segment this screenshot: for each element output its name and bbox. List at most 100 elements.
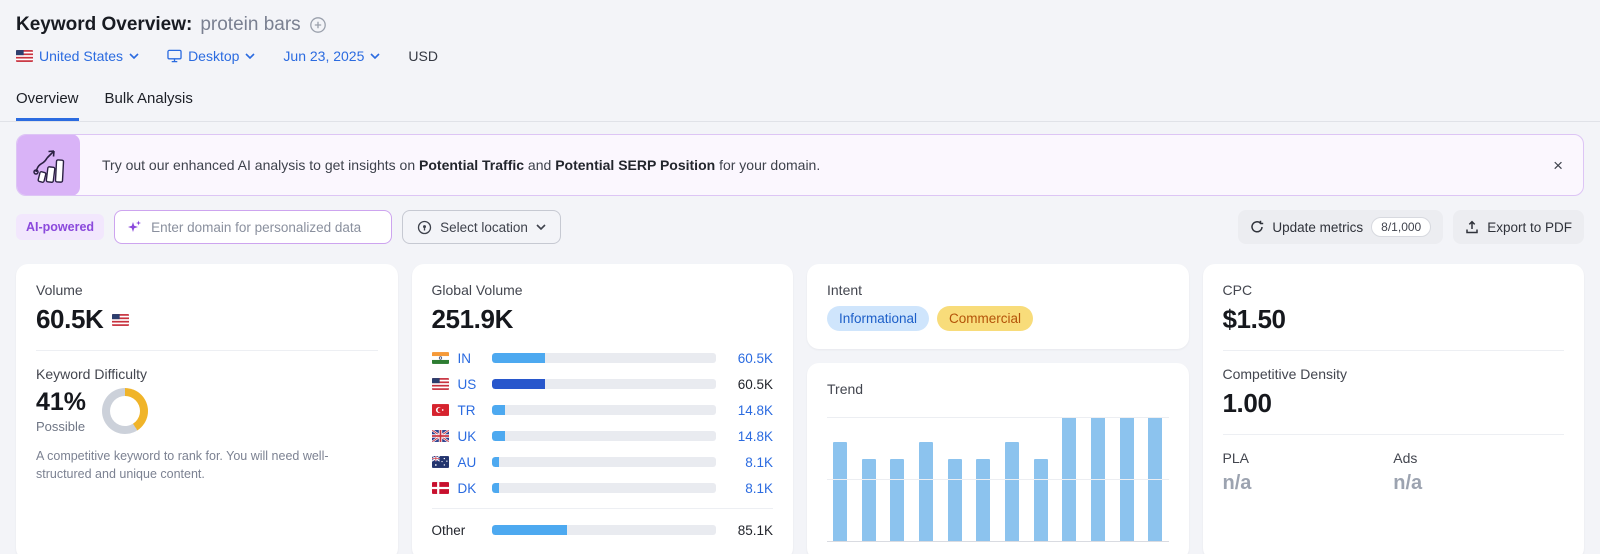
us-flag-icon xyxy=(112,314,129,326)
trend-bar xyxy=(862,459,876,541)
refresh-icon xyxy=(1250,220,1264,234)
us-flag-icon xyxy=(16,50,33,62)
volume-label: Volume xyxy=(36,282,378,298)
country-selector[interactable]: United States xyxy=(16,48,139,64)
country-volume-link[interactable]: 14.8K xyxy=(725,403,773,418)
volume-bar xyxy=(492,379,717,389)
device-selector[interactable]: Desktop xyxy=(167,48,255,64)
volume-bar-fill xyxy=(492,483,499,493)
volume-bar xyxy=(492,353,717,363)
global-volume-row: DK 8.1K xyxy=(432,475,774,501)
volume-bar-fill xyxy=(492,353,546,363)
chart-growth-icon xyxy=(17,134,80,196)
export-pdf-button[interactable]: Export to PDF xyxy=(1453,210,1584,244)
trend-label: Trend xyxy=(827,381,1169,397)
page-header: Keyword Overview: protein bars United St… xyxy=(0,0,1600,122)
global-volume-row: IN 60.5K xyxy=(432,345,774,371)
cpc-label: CPC xyxy=(1223,282,1565,298)
tab-bulk-analysis[interactable]: Bulk Analysis xyxy=(105,90,193,121)
device-selector-label: Desktop xyxy=(188,48,239,64)
volume-bar-fill xyxy=(492,405,505,415)
select-location-label: Select location xyxy=(440,220,528,235)
volume-bar-fill xyxy=(492,379,546,389)
global-volume-list: IN 60.5K US 60.5K TR 14.8K xyxy=(432,345,774,542)
chevron-down-icon xyxy=(245,53,255,59)
ai-analysis-banner: Try out our enhanced AI analysis to get … xyxy=(16,134,1584,196)
intent-trend-column: Intent Informational Commercial Trend xyxy=(807,264,1189,554)
trend-bar xyxy=(1091,417,1105,541)
sparkles-icon xyxy=(127,219,143,235)
global-volume-row: US 60.5K xyxy=(432,371,774,397)
cpc-value: $1.50 xyxy=(1223,304,1565,335)
country-link[interactable]: DK xyxy=(458,481,483,496)
other-label: Other xyxy=(432,523,483,538)
close-icon[interactable]: × xyxy=(1553,157,1563,174)
page-title: Keyword Overview: xyxy=(16,14,192,36)
quota-badge: 8/1,000 xyxy=(1371,217,1431,237)
metrics-cards: Volume 60.5K Keyword Difficulty 41% Poss… xyxy=(0,264,1600,548)
country-volume-link[interactable]: 8.1K xyxy=(725,455,773,470)
country-volume-link[interactable]: 8.1K xyxy=(725,481,773,496)
country-link[interactable]: IN xyxy=(458,351,483,366)
trend-bar xyxy=(976,459,990,541)
country-volume-link[interactable]: 60.5K xyxy=(725,351,773,366)
keyword-text: protein bars xyxy=(200,14,300,36)
select-location-dropdown[interactable]: Select location xyxy=(402,210,561,244)
volume-bar xyxy=(492,431,717,441)
country-volume-link[interactable]: 14.8K xyxy=(725,429,773,444)
kd-percent-value: 41% xyxy=(36,388,86,417)
turkey-flag-icon xyxy=(432,404,449,416)
country-link[interactable]: TR xyxy=(458,403,483,418)
volume-bar-fill xyxy=(492,525,568,535)
trend-card: Trend xyxy=(807,363,1189,554)
intent-card: Intent Informational Commercial xyxy=(807,264,1189,349)
global-volume-row: TR 14.8K xyxy=(432,397,774,423)
keyword-overview-page: Keyword Overview: protein bars United St… xyxy=(0,0,1600,554)
cpc-card: CPC $1.50 Competitive Density 1.00 PLA n… xyxy=(1203,264,1585,554)
global-volume-row: UK 14.8K xyxy=(432,423,774,449)
date-selector[interactable]: Jun 23, 2025 xyxy=(283,48,380,64)
ai-powered-badge: AI-powered xyxy=(16,214,104,240)
ads-label: Ads xyxy=(1393,450,1564,466)
tab-overview[interactable]: Overview xyxy=(16,90,79,121)
other-volume-value: 85.1K xyxy=(725,523,773,538)
trend-bar xyxy=(1005,442,1019,541)
country-link[interactable]: UK xyxy=(458,429,483,444)
global-volume-row: AU 8.1K xyxy=(432,449,774,475)
india-flag-icon xyxy=(432,352,449,364)
country-selector-label: United States xyxy=(39,48,123,64)
tab-bar: Overview Bulk Analysis xyxy=(16,90,1584,121)
intent-label: Intent xyxy=(827,282,1169,298)
competitive-density-label: Competitive Density xyxy=(1223,366,1565,382)
volume-bar-fill xyxy=(492,431,505,441)
volume-value: 60.5K xyxy=(36,304,103,335)
ads-value: n/a xyxy=(1393,472,1564,495)
add-keyword-icon[interactable] xyxy=(309,16,327,34)
date-selector-label: Jun 23, 2025 xyxy=(283,48,364,64)
chevron-down-icon xyxy=(536,224,546,230)
volume-bar xyxy=(492,525,717,535)
country-link[interactable]: US xyxy=(458,377,483,392)
trend-bar xyxy=(919,442,933,541)
volume-bar xyxy=(492,405,717,415)
volume-card: Volume 60.5K Keyword Difficulty 41% Poss… xyxy=(16,264,398,554)
intent-badge: Informational xyxy=(827,306,929,331)
volume-bar xyxy=(492,483,717,493)
banner-message: Try out our enhanced AI analysis to get … xyxy=(80,157,1553,173)
pla-label: PLA xyxy=(1223,450,1394,466)
global-volume-value: 251.9K xyxy=(432,304,774,335)
country-link[interactable]: AU xyxy=(458,455,483,470)
location-pin-icon xyxy=(417,220,432,235)
desktop-icon xyxy=(167,49,182,63)
toolbar: AI-powered Select location xyxy=(16,210,1584,244)
trend-bar xyxy=(948,459,962,541)
update-metrics-button[interactable]: Update metrics 8/1,000 xyxy=(1238,210,1443,244)
denmark-flag-icon xyxy=(432,482,449,494)
trend-chart xyxy=(827,417,1169,542)
kd-rating: Possible xyxy=(36,419,86,434)
pla-value: n/a xyxy=(1223,472,1394,495)
uk-flag-icon xyxy=(432,430,449,442)
global-volume-label: Global Volume xyxy=(432,282,774,298)
domain-input[interactable] xyxy=(151,220,379,235)
trend-bar xyxy=(1148,417,1162,541)
